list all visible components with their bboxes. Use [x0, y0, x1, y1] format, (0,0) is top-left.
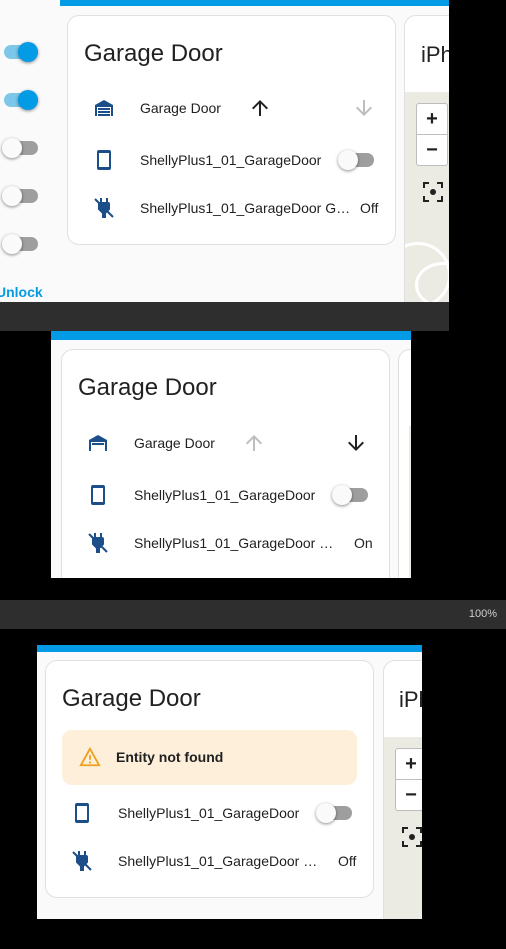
- power-plug-off-icon: [88, 533, 108, 553]
- power-plug-off-icon: [94, 198, 114, 218]
- zoom-level: 100%: [468, 608, 497, 620]
- cellphone-icon: [75, 803, 89, 823]
- sensor-row: ShellyPlus1_01_GarageDoor Garage Door Se…: [62, 523, 389, 563]
- switch-row: ShellyPlus1_01_GarageDoor: [46, 793, 373, 833]
- switch-toggle[interactable]: [332, 485, 368, 505]
- zoom-in-button[interactable]: +: [417, 104, 447, 134]
- cover-label: Garage Door: [140, 100, 221, 116]
- screenshot-panel-2: Garage Door Garage Door ShellyPlus1_01_G…: [51, 331, 411, 578]
- screenshot-panel-3: Garage Door Entity not found ShellyPlus1…: [37, 645, 422, 919]
- switch-row: ShellyPlus1_01_GarageDoor: [68, 140, 395, 180]
- focus-center-icon[interactable]: [421, 180, 445, 204]
- sensor-label: ShellyPlus1_01_GarageDoor Garage Door Se…: [134, 535, 342, 551]
- arrow-up-icon[interactable]: [248, 96, 272, 120]
- header-bar: [51, 331, 411, 340]
- switch-label: ShellyPlus1_01_GarageDoor: [134, 487, 316, 503]
- iphone-card-title: iPhone: [421, 42, 449, 67]
- zoom-out-button[interactable]: −: [396, 779, 422, 810]
- cellphone-icon: [91, 485, 105, 505]
- garage-door-card: Garage Door Garage Door ShellyPlus1_01_G…: [67, 15, 396, 245]
- arrow-down-icon[interactable]: [344, 431, 368, 455]
- left-toggle-2[interactable]: [2, 90, 38, 110]
- dark-bar: [0, 302, 449, 331]
- arrow-up-icon[interactable]: [242, 431, 266, 455]
- sensor-label: ShellyPlus1_01_GarageDoor Garage Door Se…: [140, 200, 352, 216]
- card-title: Garage Door: [62, 685, 201, 712]
- sensor-value: Off: [338, 853, 357, 869]
- map-zoom-control: + −: [416, 103, 448, 166]
- focus-center-icon[interactable]: [400, 825, 422, 849]
- card-title: Garage Door: [84, 40, 223, 67]
- card-title: Garage Door: [78, 374, 217, 401]
- screenshot-panel-1: Unlock Garage Door Garage Door ShellyPlu…: [0, 0, 449, 331]
- zoom-in-button[interactable]: +: [396, 749, 422, 779]
- garage-door-card: Garage Door Garage Door ShellyPlus1_01_G…: [61, 349, 390, 578]
- sensor-value: On: [354, 535, 373, 551]
- left-toggle-4[interactable]: [2, 186, 38, 206]
- map-zoom-control: + −: [395, 748, 422, 811]
- cover-row[interactable]: Garage Door: [68, 88, 395, 128]
- switch-row: ShellyPlus1_01_GarageDoor: [62, 475, 389, 515]
- garage-open-icon: [89, 435, 107, 451]
- browser-status-bar: 100%: [0, 600, 506, 629]
- left-toggle-5[interactable]: [2, 234, 38, 254]
- sensor-label: ShellyPlus1_01_GarageDoor Garage Door Se…: [118, 853, 328, 869]
- switch-label: ShellyPlus1_01_GarageDoor: [118, 805, 300, 821]
- switch-toggle[interactable]: [338, 150, 374, 170]
- power-plug-off-icon: [72, 851, 92, 871]
- warning-icon: [79, 746, 101, 767]
- left-toggle-1[interactable]: [2, 42, 38, 62]
- iphone-card-title: iPhone: [399, 687, 422, 712]
- garage-icon: [95, 100, 113, 116]
- side-card-partial: [398, 349, 411, 578]
- header-bar: [0, 0, 449, 6]
- arrow-down-icon[interactable]: [352, 96, 376, 120]
- cover-row[interactable]: Garage Door: [62, 423, 389, 463]
- entity-not-found-warning: Entity not found: [62, 730, 357, 785]
- left-toggle-3[interactable]: [2, 138, 38, 158]
- sensor-row: ShellyPlus1_01_GarageDoor Garage Door Se…: [68, 188, 395, 228]
- sensor-value: Off: [360, 200, 379, 216]
- zoom-out-button[interactable]: −: [417, 134, 447, 165]
- warning-text: Entity not found: [116, 749, 224, 765]
- switch-label: ShellyPlus1_01_GarageDoor: [140, 152, 322, 168]
- header-bar: [37, 645, 422, 652]
- iphone-map-card: iPhone + −: [404, 15, 449, 316]
- map-view[interactable]: [409, 426, 411, 578]
- switch-toggle[interactable]: [316, 803, 352, 823]
- cover-label: Garage Door: [134, 435, 215, 451]
- left-card-partial: Unlock: [0, 0, 60, 331]
- garage-door-card: Garage Door Entity not found ShellyPlus1…: [45, 660, 374, 898]
- sensor-row: ShellyPlus1_01_GarageDoor Garage Door Se…: [46, 841, 373, 881]
- unlock-button[interactable]: Unlock: [0, 284, 43, 300]
- cellphone-icon: [97, 150, 111, 170]
- iphone-map-card: iPhone + −: [383, 660, 422, 919]
